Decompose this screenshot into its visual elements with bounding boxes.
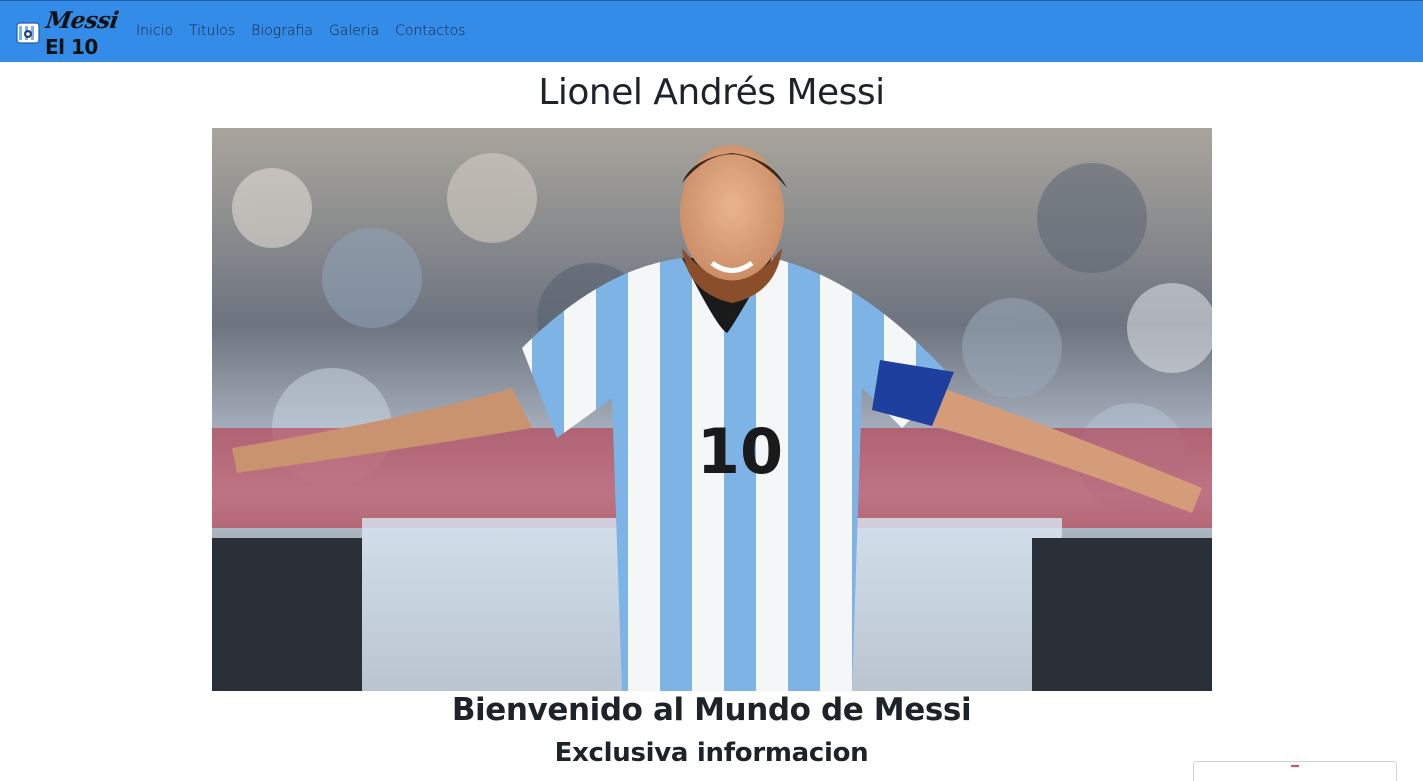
brand-number-text: El 10: [45, 35, 98, 59]
welcome-heading: Bienvenido al Mundo de Messi: [451, 692, 972, 728]
jersey-number-text: 10: [697, 415, 783, 488]
nav-links: Inicio Titulos Biografia Galeria Contact…: [136, 23, 481, 39]
nav-link-biografia[interactable]: Biografia: [251, 23, 313, 39]
brand-script-text: Messi: [44, 7, 121, 34]
corner-widget[interactable]: [1193, 761, 1397, 781]
top-navbar: Messi El 10 Inicio Titulos Biografia Gal…: [0, 0, 1423, 62]
argentina-badge-icon: [16, 22, 40, 44]
brand-logo[interactable]: Messi El 10: [16, 7, 120, 59]
widget-accent-icon: [1291, 765, 1299, 769]
nav-link-galeria[interactable]: Galeria: [329, 23, 379, 39]
page-title: Lionel Andrés Messi: [538, 72, 885, 113]
nav-link-inicio[interactable]: Inicio: [136, 23, 173, 39]
nav-link-contactos[interactable]: Contactos: [395, 23, 465, 39]
hero-image: 10: [212, 128, 1212, 691]
nav-link-titulos[interactable]: Titulos: [189, 23, 235, 39]
